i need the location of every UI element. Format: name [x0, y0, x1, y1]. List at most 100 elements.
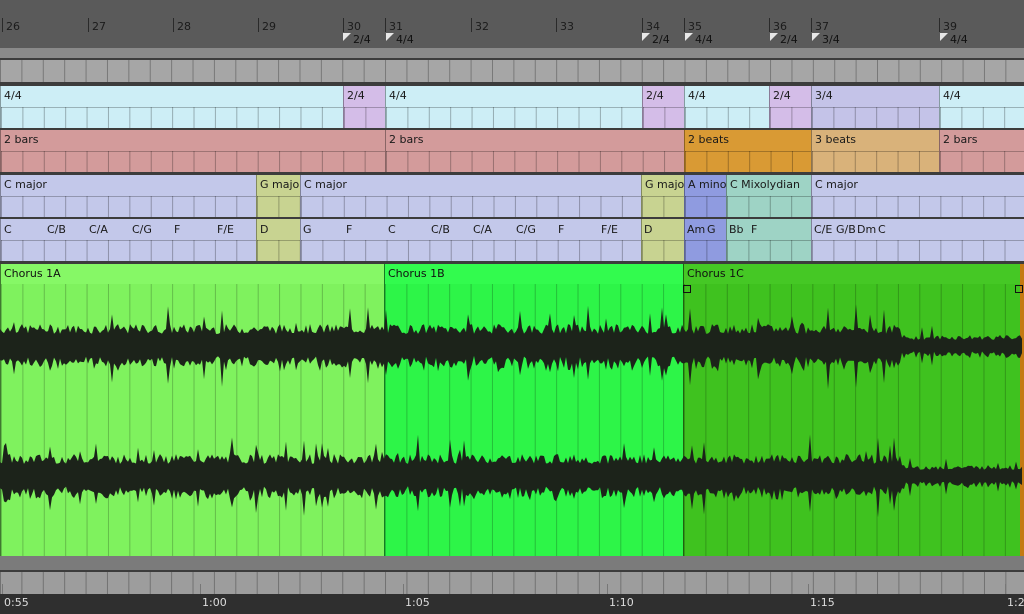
bar-number: 30: [347, 20, 361, 33]
time-ruler[interactable]: [0, 594, 1024, 614]
time-tick: [403, 584, 404, 594]
time-signature-marker[interactable]: 2/4: [770, 33, 798, 46]
scale-lane: C major G majo C major G majo A mino C M…: [0, 175, 1024, 217]
time-label: 1:15: [810, 596, 835, 609]
chord-label[interactable]: C/B: [47, 223, 66, 236]
tempo-segment[interactable]: 2 bars: [939, 130, 1024, 172]
time-tick: [607, 584, 608, 594]
bar-number: 27: [92, 20, 106, 33]
scale-segment[interactable]: G majo: [641, 175, 684, 217]
bar-tick: [769, 18, 770, 32]
time-label: 1:05: [405, 596, 430, 609]
chord-label[interactable]: G: [303, 223, 312, 236]
bar-tick: [2, 18, 3, 32]
chord-label[interactable]: D: [644, 223, 652, 236]
chord-label[interactable]: F/E: [217, 223, 234, 236]
lane-footer: [0, 556, 1024, 570]
scale-segment[interactable]: C major: [300, 175, 641, 217]
chord-label[interactable]: F: [174, 223, 180, 236]
time-signature-marker[interactable]: 4/4: [685, 33, 713, 46]
bar-number: 31: [389, 20, 403, 33]
chord-label[interactable]: G: [707, 223, 716, 236]
chord-label[interactable]: C: [388, 223, 396, 236]
scale-segment[interactable]: C major: [811, 175, 1024, 217]
bar-number: 37: [815, 20, 829, 33]
chord-label[interactable]: F: [558, 223, 564, 236]
time-signature-segment[interactable]: 4/4: [939, 86, 1024, 128]
time-label: 1:2: [1007, 596, 1024, 609]
chord-label[interactable]: Bb: [729, 223, 744, 236]
chord-label[interactable]: C/G: [132, 223, 152, 236]
time-label: 1:00: [202, 596, 227, 609]
bar-number: 32: [475, 20, 489, 33]
chord-label[interactable]: C/A: [89, 223, 108, 236]
scale-segment[interactable]: G majo: [256, 175, 300, 217]
waveform-channel-left: [0, 304, 1022, 390]
chord-label[interactable]: Am: [687, 223, 705, 236]
loop-bar[interactable]: [0, 48, 1024, 58]
time-signature-segment[interactable]: 4/4: [684, 86, 769, 128]
bar-number: 26: [6, 20, 20, 33]
bar-tick: [88, 18, 89, 32]
time-signature-segment[interactable]: 4/4: [0, 86, 343, 128]
time-tick: [1005, 584, 1006, 594]
chord-label[interactable]: C: [878, 223, 886, 236]
scrub-area[interactable]: [0, 60, 1024, 82]
tempo-segment[interactable]: 3 beats: [811, 130, 939, 172]
time-scrub-area[interactable]: [0, 572, 1024, 594]
time-signature-segment[interactable]: 3/4: [811, 86, 939, 128]
bar-tick: [684, 18, 685, 32]
scale-segment[interactable]: C Mixolydian: [726, 175, 811, 217]
time-signature-marker[interactable]: 2/4: [642, 33, 670, 46]
tempo-segment[interactable]: 2 bars: [0, 130, 385, 172]
waveform: [0, 304, 1022, 518]
time-label: 0:55: [4, 596, 29, 609]
time-label: 1:10: [609, 596, 634, 609]
time-tick: [2, 584, 3, 594]
chord-label[interactable]: F: [346, 223, 352, 236]
waveform-channel-right: [0, 434, 1022, 518]
chord-label[interactable]: F: [751, 223, 757, 236]
chord-label[interactable]: C/G: [516, 223, 536, 236]
time-signature-segment[interactable]: 2/4: [769, 86, 811, 128]
bar-tick: [642, 18, 643, 32]
bar-tick: [471, 18, 472, 32]
bar-number: 33: [560, 20, 574, 33]
bar-number: 36: [773, 20, 787, 33]
bar-tick: [173, 18, 174, 32]
chord-label[interactable]: C/E: [814, 223, 832, 236]
chord-lane: C C/B C/A C/G F F/E D G F C C/B C/A C/G …: [0, 219, 1024, 261]
scale-segment[interactable]: C major: [0, 175, 256, 217]
chord-label[interactable]: G/B: [836, 223, 856, 236]
time-signature-segment[interactable]: 2/4: [642, 86, 684, 128]
chord-label[interactable]: D: [260, 223, 268, 236]
chord-label[interactable]: C/A: [473, 223, 492, 236]
chord-label[interactable]: C/B: [431, 223, 450, 236]
bar-tick: [385, 18, 386, 32]
time-tick: [808, 584, 809, 594]
bar-number: 39: [943, 20, 957, 33]
bar-number: 29: [262, 20, 276, 33]
bar-tick: [556, 18, 557, 32]
bar-number: 35: [688, 20, 702, 33]
time-signature-marker[interactable]: 4/4: [386, 33, 414, 46]
tempo-segment[interactable]: 2 bars: [385, 130, 684, 172]
time-signature-marker[interactable]: 4/4: [940, 33, 968, 46]
bar-tick: [343, 18, 344, 32]
bar-ruler[interactable]: 26 27 28 29 30 31 32 33 34 35 36 37 39 2…: [0, 0, 1024, 48]
bar-tick: [939, 18, 940, 32]
time-signature-segment[interactable]: 2/4: [343, 86, 385, 128]
chord-label[interactable]: F/E: [601, 223, 618, 236]
chord-label[interactable]: Dm: [857, 223, 876, 236]
time-signature-marker[interactable]: 2/4: [343, 33, 371, 46]
chord-label[interactable]: C: [4, 223, 12, 236]
time-signature-segment[interactable]: 4/4: [385, 86, 642, 128]
time-signature-lane: 4/4 2/4 4/4 2/4 4/4 2/4 3/4 4/4: [0, 86, 1024, 128]
bar-tick: [258, 18, 259, 32]
bar-tick: [811, 18, 812, 32]
scale-segment[interactable]: A mino: [684, 175, 726, 217]
tempo-segment[interactable]: 2 beats: [684, 130, 811, 172]
tempo-lane: 2 bars 2 bars 2 beats 3 beats 2 bars: [0, 130, 1024, 172]
time-tick: [200, 584, 201, 594]
time-signature-marker[interactable]: 3/4: [812, 33, 840, 46]
